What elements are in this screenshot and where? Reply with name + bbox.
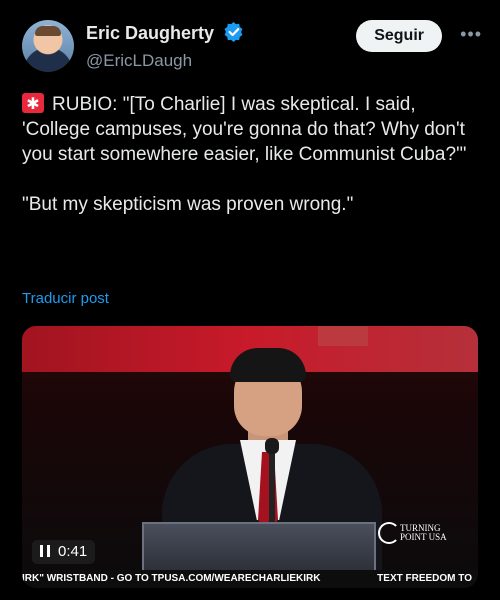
more-options-icon[interactable]: •••: [460, 24, 482, 45]
video-ticker: IRK" WRISTBAND - GO TO TPUSA.COM/WEARECH…: [22, 570, 478, 588]
siren-icon: [22, 92, 44, 117]
pause-icon[interactable]: [40, 545, 50, 557]
author-handle[interactable]: @EricLDaugh: [86, 51, 244, 71]
verified-badge-icon: [224, 22, 244, 47]
video-time: 0:41: [58, 543, 88, 560]
logo-line-2: POINT USA: [400, 532, 447, 542]
author-name[interactable]: Eric Daugherty: [86, 23, 214, 43]
podium: [142, 522, 376, 576]
follow-button[interactable]: Seguir: [356, 20, 442, 52]
tweet-header: Eric Daugherty @EricLDaugh Seguir •••: [22, 18, 482, 78]
video-time-control[interactable]: 0:41: [32, 540, 96, 564]
ticker-left-text: IRK" WRISTBAND - GO TO TPUSA.COM/WEARECH…: [22, 573, 321, 584]
tweet-text: RUBIO: "[To Charlie] I was skeptical. I …: [22, 92, 482, 217]
avatar[interactable]: [22, 20, 74, 72]
author-info[interactable]: Eric Daugherty @EricLDaugh: [86, 22, 244, 71]
translate-link[interactable]: Traducir post: [22, 290, 109, 307]
video-player[interactable]: TURNING POINT USA 0:41 IRK" WRISTBAND - …: [22, 326, 478, 588]
tweet-paragraph-1-text: RUBIO: "[To Charlie] I was skeptical. I …: [22, 94, 467, 165]
turning-point-logo: TURNING POINT USA: [378, 522, 466, 544]
tweet-paragraph-1: RUBIO: "[To Charlie] I was skeptical. I …: [22, 92, 482, 167]
ticker-right-text: TEXT FREEDOM TO: [377, 573, 472, 584]
microphone: [265, 438, 279, 534]
tweet-paragraph-2: "But my skepticism was proven wrong.": [22, 194, 354, 215]
